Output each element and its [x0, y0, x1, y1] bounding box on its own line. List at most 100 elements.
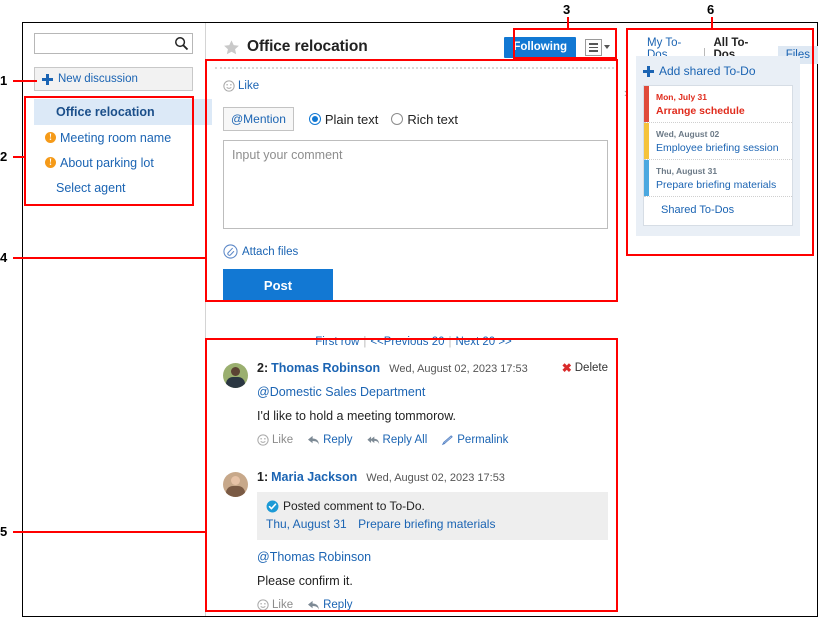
comment-author[interactable]: Maria Jackson	[271, 470, 357, 484]
new-discussion-button[interactable]: New discussion	[34, 67, 193, 91]
todo-item[interactable]: Mon, July 31 Arrange schedule	[644, 86, 792, 123]
comment-mention[interactable]: @Domestic Sales Department	[257, 385, 608, 399]
star-icon[interactable]	[223, 39, 240, 56]
annotation-number-2: 2	[0, 149, 8, 164]
comment-reply-label: Reply	[323, 599, 353, 611]
paperclip-icon	[223, 244, 238, 259]
chevron-down-icon	[604, 45, 610, 49]
comment-list: 2: Thomas Robinson Wed, August 02, 2023 …	[223, 361, 608, 617]
radio-plain-text[interactable]: Plain text	[308, 112, 378, 127]
discussion-item-office-relocation[interactable]: Office relocation	[34, 99, 212, 125]
chevron-right-icon[interactable]: ›	[624, 85, 628, 100]
comment-item: 2: Thomas Robinson Wed, August 02, 2023 …	[223, 361, 608, 452]
comment-mention[interactable]: @Thomas Robinson	[257, 550, 608, 564]
comment-reply-all-label: Reply All	[382, 434, 428, 446]
add-shared-todo-button[interactable]: Add shared To-Do	[643, 64, 793, 78]
comment-reply-button[interactable]: Reply	[307, 599, 353, 611]
comment-like-label: Like	[272, 434, 294, 446]
delete-comment-button[interactable]: ✖ Delete	[562, 361, 608, 375]
attach-files-button[interactable]: Attach files	[223, 244, 608, 259]
discussion-item-select-agent[interactable]: Select agent	[34, 175, 212, 200]
post-button[interactable]: Post	[223, 269, 333, 301]
todo-quote-title[interactable]: Prepare briefing materials	[358, 517, 495, 531]
close-icon: ✖	[561, 361, 572, 375]
comment-number: 2:	[257, 361, 269, 375]
reply-arrow-icon	[308, 435, 320, 445]
todo-quote-date[interactable]: Thu, August 31	[266, 517, 347, 531]
comment-like-button[interactable]: Like	[257, 434, 293, 446]
discussion-item-label: About parking lot	[60, 155, 154, 170]
add-shared-todo-label: Add shared To-Do	[659, 64, 756, 78]
comment-item: 1: Maria Jackson Wed, August 02, 2023 17…	[223, 470, 608, 617]
pager-separator: |	[363, 336, 367, 348]
todo-date: Thu, August 31	[656, 166, 718, 176]
format-radio-group: Plain text Rich text	[308, 112, 458, 127]
discussion-detail: Office relocation Following Like @Mentio…	[207, 23, 620, 616]
search-box[interactable]	[34, 33, 193, 54]
title-divider	[215, 67, 614, 69]
title-actions: Following	[504, 36, 610, 58]
discussion-item-meeting-room-name[interactable]: ! Meeting room name	[34, 125, 212, 150]
smiley-icon	[257, 599, 269, 611]
search-input[interactable]	[35, 34, 165, 53]
comment-composer: Like @Mention Plain text Rich text Input…	[223, 80, 608, 301]
radio-rich-text[interactable]: Rich text	[391, 112, 458, 127]
comment-reply-all-button[interactable]: Reply All	[366, 434, 428, 446]
avatar	[223, 363, 248, 388]
smiley-icon	[223, 80, 235, 92]
pager-first-row[interactable]: First row	[315, 336, 359, 348]
comment-text: Please confirm it.	[257, 574, 353, 588]
comment-date: Wed, August 02, 2023 17:53	[389, 363, 528, 375]
comment-reply-button[interactable]: Reply	[307, 434, 353, 446]
discussion-list: Office relocation ! Meeting room name ! …	[34, 99, 212, 200]
unread-badge-icon: !	[45, 132, 56, 143]
plus-icon	[643, 65, 654, 77]
annotation-number-6: 6	[707, 2, 715, 17]
title-row: Office relocation Following	[223, 33, 610, 61]
todo-item[interactable]: Thu, August 31 Prepare briefing material…	[644, 160, 792, 197]
following-button[interactable]: Following	[504, 36, 576, 58]
comment-input[interactable]	[223, 140, 608, 229]
attach-files-label: Attach files	[242, 245, 299, 258]
radio-dot-icon	[391, 113, 404, 125]
todo-item[interactable]: Wed, August 02 Employee briefing session	[644, 123, 792, 160]
comment-like-button[interactable]: Like	[257, 599, 293, 611]
plus-icon	[42, 73, 53, 85]
permalink-icon	[442, 434, 454, 445]
hamburger-menu-icon	[585, 38, 602, 56]
todo-quote-block: Posted comment to To-Do. Thu, August 31 …	[257, 492, 608, 540]
annotation-number-1: 1	[0, 73, 8, 88]
pager-next[interactable]: Next 20 >>	[456, 336, 512, 348]
comment-permalink-label: Permalink	[457, 434, 509, 446]
todo-quote-text: Posted comment to To-Do.	[283, 499, 425, 513]
todo-date: Wed, August 02	[656, 129, 720, 139]
page-title: Office relocation	[247, 38, 368, 55]
smiley-icon	[257, 434, 269, 446]
annotation-number-3: 3	[563, 2, 571, 17]
avatar	[223, 472, 248, 497]
mention-row: @Mention Plain text Rich text	[223, 107, 608, 131]
check-circle-icon	[266, 500, 279, 512]
pager-separator: |	[448, 336, 452, 348]
comment-author[interactable]: Thomas Robinson	[271, 361, 380, 375]
pager-previous[interactable]: <<Previous 20	[370, 336, 444, 348]
todo-panel: Add shared To-Do Mon, July 31 Arrange sc…	[636, 56, 800, 236]
todo-name: Prepare briefing materials	[656, 179, 777, 191]
mention-button[interactable]: @Mention	[223, 107, 294, 131]
todo-date: Mon, July 31	[656, 92, 708, 102]
pagination: First row | <<Previous 20 | Next 20 >>	[207, 336, 620, 348]
like-label: Like	[238, 80, 260, 92]
comment-permalink-button[interactable]: Permalink	[441, 434, 508, 446]
comment-number: 1:	[257, 470, 269, 484]
comment-date: Wed, August 02, 2023 17:53	[366, 472, 505, 484]
shared-todos-link-row[interactable]: Shared To-Dos	[644, 197, 792, 225]
reply-all-arrow-icon	[366, 435, 379, 444]
like-row[interactable]: Like	[223, 80, 608, 92]
search-icon[interactable]	[174, 36, 189, 51]
options-menu-button[interactable]	[585, 38, 610, 56]
comment-header: 1: Maria Jackson Wed, August 02, 2023 17…	[257, 470, 608, 484]
new-discussion-label: New discussion	[58, 73, 138, 85]
discussion-item-about-parking-lot[interactable]: ! About parking lot	[34, 150, 212, 175]
discussion-item-label: Select agent	[56, 180, 126, 195]
mention-button-label: @Mention	[231, 112, 286, 126]
